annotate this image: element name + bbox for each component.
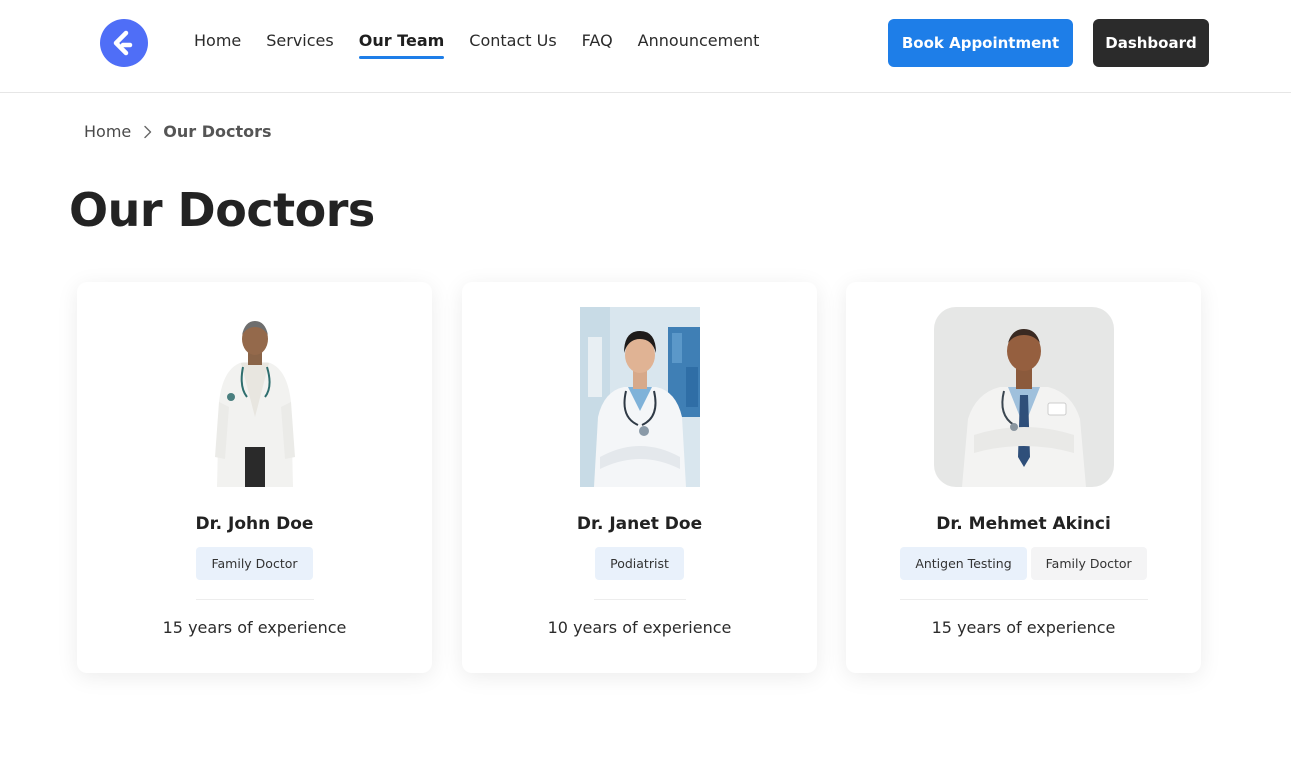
nav-item-home[interactable]: Home bbox=[194, 31, 241, 56]
divider bbox=[899, 599, 1148, 600]
nav-item-announcement[interactable]: Announcement bbox=[638, 31, 760, 56]
doctor-photo bbox=[933, 307, 1114, 487]
specialty-tags: Podiatrist bbox=[462, 547, 817, 580]
chevron-right-icon bbox=[143, 125, 153, 139]
experience-text: 10 years of experience bbox=[547, 618, 732, 637]
divider bbox=[195, 599, 314, 600]
main-nav: Home Services Our Team Contact Us FAQ An… bbox=[194, 31, 784, 59]
doctor-name: Dr. Janet Doe bbox=[576, 514, 703, 534]
doctor-name: Dr. Mehmet Akinci bbox=[936, 514, 1111, 534]
specialty-tag: Family Doctor bbox=[196, 547, 313, 580]
doctor-photo bbox=[579, 307, 700, 487]
experience-text: 15 years of experience bbox=[162, 618, 347, 637]
experience-text: 15 years of experience bbox=[931, 618, 1116, 637]
doctor-card[interactable]: Dr. John Doe Family Doctor 15 years of e… bbox=[77, 282, 432, 673]
doctor-photo bbox=[194, 307, 315, 487]
breadcrumb-current: Our Doctors bbox=[163, 122, 272, 141]
specialty-tag: Antigen Testing bbox=[900, 547, 1027, 580]
doctor-card[interactable]: Dr. Janet Doe Podiatrist 10 years of exp… bbox=[462, 282, 817, 673]
brand-logo-icon[interactable] bbox=[100, 19, 148, 67]
divider bbox=[593, 599, 686, 600]
book-appointment-button[interactable]: Book Appointment bbox=[888, 19, 1073, 67]
nav-item-contact-us[interactable]: Contact Us bbox=[469, 31, 556, 56]
nav-item-faq[interactable]: FAQ bbox=[582, 31, 613, 56]
specialty-tags: Antigen Testing Family Doctor bbox=[846, 547, 1201, 580]
doctor-card[interactable]: Dr. Mehmet Akinci Antigen Testing Family… bbox=[846, 282, 1201, 673]
specialty-tag: Family Doctor bbox=[1030, 547, 1147, 580]
nav-item-services[interactable]: Services bbox=[266, 31, 333, 56]
breadcrumb: Home Our Doctors bbox=[84, 122, 272, 141]
specialty-tags: Family Doctor bbox=[77, 547, 432, 580]
breadcrumb-home-link[interactable]: Home bbox=[84, 122, 131, 141]
doctor-name: Dr. John Doe bbox=[195, 514, 314, 534]
site-header: Home Services Our Team Contact Us FAQ An… bbox=[0, 0, 1291, 93]
nav-item-our-team[interactable]: Our Team bbox=[358, 31, 444, 59]
dashboard-button[interactable]: Dashboard bbox=[1093, 19, 1209, 67]
page-title: Our Doctors bbox=[69, 183, 375, 237]
specialty-tag: Podiatrist bbox=[595, 547, 684, 580]
